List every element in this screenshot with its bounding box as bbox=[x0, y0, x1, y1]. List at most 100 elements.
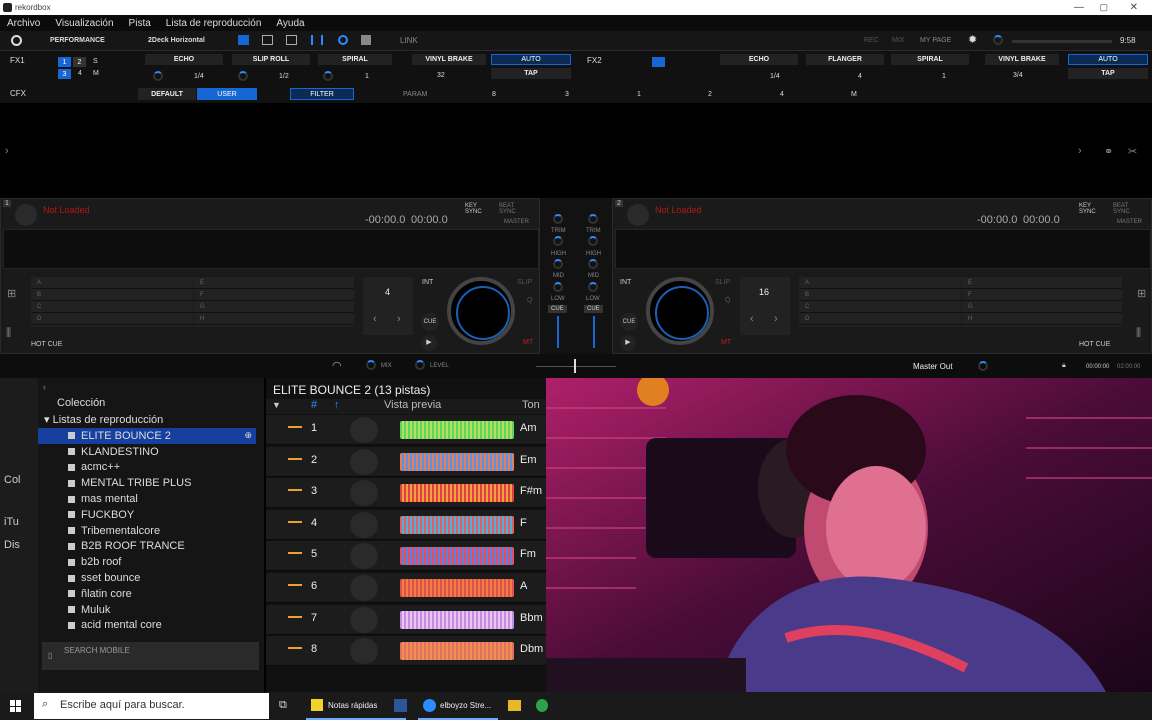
track-preview-waveform[interactable] bbox=[400, 579, 514, 597]
sort-up-icon[interactable]: ↑ bbox=[334, 399, 340, 411]
mypage-button[interactable]: MY PAGE bbox=[920, 37, 951, 44]
ch2-cue-button[interactable]: CUE bbox=[584, 305, 603, 313]
track-row[interactable]: 2 Em bbox=[266, 446, 546, 477]
mixer-icon[interactable] bbox=[311, 35, 323, 45]
expand-left-icon[interactable]: › bbox=[5, 145, 9, 157]
deck1-hotcue-pads-right[interactable]: E F G H bbox=[194, 277, 354, 327]
minimize-button[interactable]: — bbox=[1074, 2, 1084, 13]
deck1-cue-button[interactable]: CUE bbox=[421, 313, 439, 331]
playlist-item[interactable]: sset bounce bbox=[38, 570, 264, 586]
track-row[interactable]: 5 Fm bbox=[266, 541, 546, 572]
deck2-jog-wheel[interactable] bbox=[646, 277, 714, 345]
deck2-master-button[interactable]: MASTER bbox=[1117, 219, 1142, 225]
playlist-item-selected[interactable]: ELITE BOUNCE 2 ⊕ bbox=[38, 428, 256, 444]
deck2-play-icon[interactable]: ▶ bbox=[620, 335, 636, 351]
link-button[interactable]: LINK bbox=[400, 36, 418, 45]
deck2-cue-button[interactable]: CUE bbox=[620, 313, 638, 331]
ch1-fader[interactable] bbox=[557, 316, 559, 348]
track-row[interactable]: 6A bbox=[266, 573, 546, 603]
deck2-master-tempo-button[interactable]: MT bbox=[721, 339, 731, 346]
fx1-knob-3[interactable] bbox=[323, 71, 333, 81]
fx1-knob-1[interactable] bbox=[153, 71, 163, 81]
close-button[interactable]: ✕ bbox=[1130, 2, 1138, 13]
playlist-item[interactable]: Muluk bbox=[38, 602, 264, 618]
playlist-item[interactable]: B2B ROOF TRANCE bbox=[38, 539, 264, 555]
deck1-bars-icon[interactable]: ⫼ bbox=[6, 327, 11, 340]
fx1-slot-2[interactable]: SLIP ROLL bbox=[232, 54, 310, 65]
fx1-slot-1[interactable]: ECHO bbox=[145, 54, 223, 65]
fx1-deck-s[interactable]: S bbox=[93, 58, 98, 65]
deck1-key-sync-button[interactable]: KEY SYNC bbox=[465, 203, 485, 215]
add-icon[interactable]: ⊕ bbox=[244, 430, 252, 441]
tree-collapse-icon[interactable]: ‹ bbox=[43, 382, 46, 392]
fx2-vinyl-brake[interactable]: VINYL BRAKE bbox=[985, 54, 1059, 65]
search-mobile-button[interactable]: ▯ SEARCH MOBILE bbox=[42, 642, 259, 670]
fx2-deck-2[interactable] bbox=[652, 57, 665, 67]
menu-visualizacion[interactable]: Visualización bbox=[55, 18, 121, 29]
deck1-slip-button[interactable]: SLIP bbox=[517, 279, 532, 286]
rekordbox-logo-icon[interactable] bbox=[11, 35, 22, 46]
deck2-hotcue-pads-right[interactable]: E F G H bbox=[962, 277, 1122, 327]
playlist-item[interactable]: MENTAL TRIBE PLUS bbox=[38, 475, 264, 491]
playlist-item[interactable]: Tribementalcore bbox=[38, 523, 264, 539]
track-preview-waveform[interactable] bbox=[400, 452, 514, 471]
ch2-mid-knob[interactable] bbox=[588, 259, 598, 269]
track-row[interactable]: 3 F#m bbox=[266, 478, 546, 509]
col-preview[interactable]: Vista previa bbox=[384, 399, 441, 411]
lock-icon[interactable]: 🔒︎ bbox=[1062, 362, 1066, 370]
headphone-mix-knob[interactable] bbox=[366, 360, 376, 370]
ch2-high-knob[interactable] bbox=[588, 236, 598, 246]
track-row[interactable]: 7 Bbm bbox=[266, 604, 546, 635]
view-2-icon[interactable] bbox=[262, 35, 273, 45]
deck2-beat-sync-button[interactable]: BEAT SYNC bbox=[1113, 203, 1133, 215]
track-row[interactable]: 1 Am bbox=[266, 415, 546, 445]
windows-start-icon[interactable] bbox=[10, 700, 22, 712]
view-1-icon[interactable] bbox=[238, 35, 249, 45]
volume-slider[interactable] bbox=[1012, 40, 1112, 43]
fx1-deck-4[interactable]: 4 bbox=[78, 70, 82, 77]
record-icon[interactable] bbox=[338, 35, 348, 45]
playlist-item[interactable]: b2b roof bbox=[38, 554, 264, 570]
fx2-auto-button[interactable]: AUTO bbox=[1068, 54, 1148, 65]
link-icon[interactable]: ⚭ bbox=[1104, 145, 1113, 158]
taskbar-search-box[interactable]: ⌕ Escribe aquí para buscar. bbox=[34, 693, 269, 719]
crossfader-handle[interactable] bbox=[574, 359, 576, 373]
deck2-hotcue-pads-left[interactable]: A B C D bbox=[799, 277, 961, 327]
view-3-icon[interactable] bbox=[286, 35, 297, 45]
playlist-item[interactable]: acid mental core bbox=[38, 618, 264, 634]
headphone-icon[interactable]: ◠ bbox=[332, 359, 342, 372]
deck1-master-button[interactable]: MASTER bbox=[504, 219, 529, 225]
col-number[interactable]: # bbox=[311, 399, 317, 411]
deck2-bars-icon[interactable]: ⫼ bbox=[1136, 327, 1141, 340]
task-view-icon[interactable]: ⧉ bbox=[279, 699, 287, 712]
menu-archivo[interactable]: Archivo bbox=[7, 18, 48, 29]
track-preview-waveform[interactable] bbox=[400, 515, 514, 534]
deck1-loop-prev-icon[interactable]: ‹ bbox=[373, 313, 377, 325]
deck1-beat-loop-value[interactable]: 4 bbox=[385, 287, 390, 297]
tree-playlists-header[interactable]: ▾ Listas de reproducción bbox=[44, 413, 163, 426]
file-explorer-icon[interactable] bbox=[508, 700, 521, 711]
deck1-grid-icon[interactable]: ⊞ bbox=[7, 287, 16, 300]
playlist-item[interactable]: mas mental bbox=[38, 491, 264, 507]
deck1-play-icon[interactable]: ▶ bbox=[421, 335, 437, 351]
fx1-deck-2[interactable]: 2 bbox=[73, 57, 86, 67]
playlist-item[interactable]: KLANDESTINO bbox=[38, 444, 264, 460]
mode-select[interactable]: PERFORMANCE bbox=[50, 37, 105, 44]
deck1-int-label[interactable]: INT bbox=[422, 279, 433, 286]
word-app-icon[interactable] bbox=[394, 699, 407, 712]
fx1-slot-3[interactable]: SPIRAL bbox=[318, 54, 392, 65]
track-preview-waveform[interactable] bbox=[400, 547, 514, 566]
playlist-item[interactable]: acmc++ bbox=[38, 460, 264, 476]
tree-collection[interactable]: Colección bbox=[57, 397, 105, 409]
crossfader[interactable] bbox=[536, 366, 616, 367]
playlist-item[interactable]: ñlatin core bbox=[38, 586, 264, 602]
expand-right-icon[interactable]: › bbox=[1078, 145, 1082, 157]
cfx-filter-select[interactable]: FILTER bbox=[290, 88, 354, 100]
master-volume-knob[interactable] bbox=[993, 35, 1003, 45]
ch2-fader[interactable] bbox=[593, 316, 595, 348]
fx2-tap-button[interactable]: TAP bbox=[1068, 68, 1148, 79]
deck1-hotcue-select[interactable]: HOT CUE bbox=[31, 341, 62, 348]
fx1-deck-1[interactable]: 1 bbox=[58, 57, 71, 67]
fx2-slot-2[interactable]: FLANGER bbox=[806, 54, 884, 65]
deck2-hotcue-select[interactable]: HOT CUE bbox=[1079, 341, 1110, 348]
